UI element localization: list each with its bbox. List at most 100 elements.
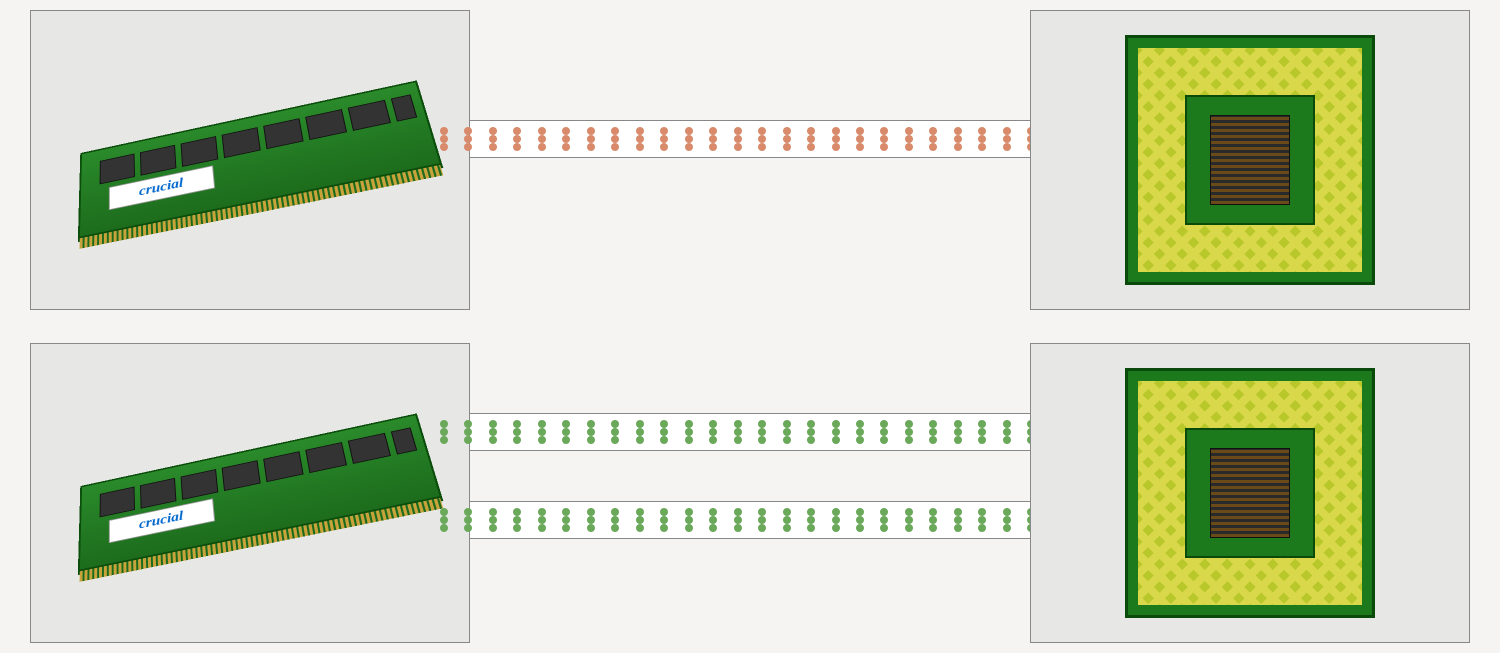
data-dot-icon <box>587 135 595 143</box>
data-dot-icon <box>611 135 619 143</box>
data-dot-icon <box>1003 428 1011 436</box>
data-dot-icon <box>513 420 521 428</box>
data-dot-icon <box>587 420 595 428</box>
data-dot-icon <box>587 127 595 135</box>
data-dot-icon <box>832 127 840 135</box>
data-dot-icon <box>856 508 864 516</box>
data-dot-icon <box>929 436 937 444</box>
data-dot-icon <box>709 143 717 151</box>
data-dot-icon <box>464 428 472 436</box>
data-dot-icon <box>660 428 668 436</box>
data-dot-icon <box>538 524 546 532</box>
data-dot-icon <box>929 428 937 436</box>
data-dot-icon <box>685 516 693 524</box>
data-dot-icon <box>856 516 864 524</box>
data-dot-icon <box>587 143 595 151</box>
data-dot-icon <box>636 428 644 436</box>
data-dot-icon <box>562 428 570 436</box>
data-dot-icon <box>954 420 962 428</box>
data-dot-icon <box>758 524 766 532</box>
data-dot-icon <box>685 428 693 436</box>
data-dot-icon <box>929 143 937 151</box>
data-dot-icon <box>905 143 913 151</box>
data-pipe <box>470 413 1030 451</box>
data-dot-icon <box>734 508 742 516</box>
data-dot-icon <box>832 420 840 428</box>
data-bus-dual <box>470 413 1030 539</box>
data-dot-icon <box>513 143 521 151</box>
data-dot-icon <box>611 508 619 516</box>
data-dot-icon <box>685 508 693 516</box>
cpu-panel <box>1030 343 1470 643</box>
ram-module-icon: crucial <box>70 105 430 215</box>
data-dot-icon <box>758 508 766 516</box>
data-dot-icon <box>636 143 644 151</box>
data-dot-icon <box>489 524 497 532</box>
data-dot-icon <box>660 420 668 428</box>
data-dot-icon <box>783 436 791 444</box>
data-dot-icon <box>734 428 742 436</box>
data-dot-icon <box>856 436 864 444</box>
data-dot-icon <box>856 428 864 436</box>
data-dot-icon <box>832 524 840 532</box>
data-dot-icon <box>489 436 497 444</box>
data-dot-icon <box>734 516 742 524</box>
data-dot-icon <box>734 135 742 143</box>
data-dot-icon <box>660 524 668 532</box>
data-dot-icon <box>929 524 937 532</box>
ram-brand-text: crucial <box>139 509 184 533</box>
data-dot-icon <box>978 516 986 524</box>
data-dot-icon <box>562 516 570 524</box>
data-dot-icon <box>709 420 717 428</box>
data-dot-icon <box>611 436 619 444</box>
data-dot-icon <box>856 127 864 135</box>
data-dot-icon <box>880 516 888 524</box>
data-dot-icon <box>758 428 766 436</box>
data-dot-icon <box>464 436 472 444</box>
data-dot-icon <box>783 420 791 428</box>
data-dot-icon <box>636 524 644 532</box>
data-dot-icon <box>954 436 962 444</box>
data-dot-icon <box>464 524 472 532</box>
data-dot-icon <box>905 516 913 524</box>
data-dot-icon <box>954 508 962 516</box>
data-dot-icon <box>538 516 546 524</box>
data-dot-icon <box>660 127 668 135</box>
data-dot-icon <box>807 436 815 444</box>
data-dot-icon <box>1003 436 1011 444</box>
data-dot-icon <box>538 143 546 151</box>
data-dot-icon <box>660 143 668 151</box>
data-dot-icon <box>905 524 913 532</box>
data-dot-icon <box>489 508 497 516</box>
data-dot-icon <box>880 508 888 516</box>
data-dot-icon <box>734 127 742 135</box>
data-dot-icon <box>929 508 937 516</box>
data-dot-icon <box>758 516 766 524</box>
data-dot-icon <box>587 516 595 524</box>
data-dot-icon <box>905 508 913 516</box>
data-dot-icon <box>489 135 497 143</box>
data-dot-icon <box>905 135 913 143</box>
row-dual-channel: crucial <box>0 343 1500 643</box>
data-dot-icon <box>464 143 472 151</box>
data-dot-icon <box>978 135 986 143</box>
data-dot-icon <box>807 508 815 516</box>
data-dot-icon <box>954 143 962 151</box>
data-dot-icon <box>440 524 448 532</box>
data-dot-icon <box>440 143 448 151</box>
data-dot-icon <box>685 135 693 143</box>
data-dot-icon <box>611 420 619 428</box>
data-dot-icon <box>783 516 791 524</box>
data-dot-icon <box>489 143 497 151</box>
data-dot-icon <box>660 508 668 516</box>
data-dot-icon <box>538 508 546 516</box>
data-dot-icon <box>513 508 521 516</box>
data-bus-single <box>470 120 1030 158</box>
data-dot-icon <box>709 508 717 516</box>
data-dot-icon <box>489 516 497 524</box>
data-dot-icon <box>807 428 815 436</box>
data-dot-icon <box>611 127 619 135</box>
data-dot-icon <box>464 127 472 135</box>
data-dot-icon <box>954 524 962 532</box>
data-dot-icon <box>856 143 864 151</box>
